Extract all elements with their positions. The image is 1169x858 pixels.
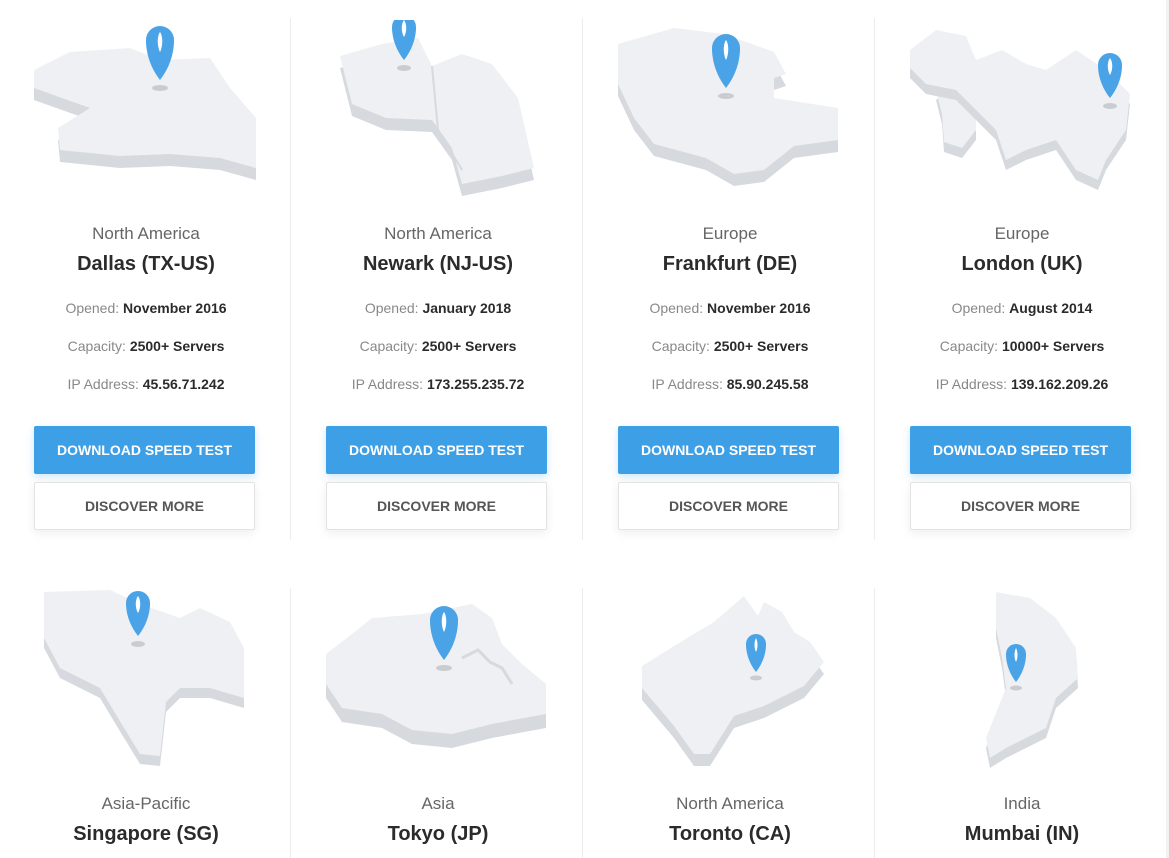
opened-value: August 2014 [1009, 300, 1093, 316]
opened-label: Opened: [65, 300, 120, 316]
region-label: North America [676, 794, 784, 813]
discover-more-button[interactable]: DISCOVER MORE [34, 482, 255, 530]
ip-value: 139.162.209.26 [1010, 376, 1109, 392]
region-label: Europe [702, 224, 758, 243]
opened-value: November 2016 [123, 300, 227, 316]
ip-label: IP Address: [651, 376, 723, 392]
map-mumbai-icon [986, 592, 1078, 768]
ip-label: IP Address: [935, 376, 1008, 392]
capacity-label: Capacity: [939, 338, 999, 354]
location-card-singapore: Asia-Pacific Singapore (SG) [0, 570, 292, 858]
capacity-row: Capacity: 10000+ Servers [876, 338, 1168, 354]
ip-value: 173.255.235.72 [426, 376, 525, 392]
opened-row: Opened: November 2016 [584, 300, 876, 316]
city-title: Tokyo (JP) [387, 823, 489, 845]
map-london-icon [910, 30, 1130, 190]
region-label: North America [92, 224, 200, 243]
opened-row: Opened: August 2014 [876, 300, 1168, 316]
capacity-row: Capacity: 2500+ Servers [0, 338, 292, 354]
location-card-toronto: North America Toronto (CA) [584, 570, 876, 858]
opened-value: January 2018 [422, 300, 512, 316]
region-label: Asia-Pacific [101, 794, 191, 813]
city-title: Dallas (TX-US) [77, 253, 215, 275]
ip-row: IP Address: 173.255.235.72 [292, 376, 584, 392]
opened-value: November 2016 [707, 300, 811, 316]
opened-label: Opened: [364, 300, 419, 316]
ip-label: IP Address: [351, 376, 424, 392]
ip-value: 85.90.245.58 [726, 376, 809, 392]
capacity-value: 10000+ Servers [1001, 338, 1105, 354]
city-title: Mumbai (IN) [964, 823, 1080, 845]
capacity-value: 2500+ Servers [713, 338, 809, 354]
capacity-row: Capacity: 2500+ Servers [292, 338, 584, 354]
card-divider [582, 588, 583, 858]
ip-value: 45.56.71.242 [142, 376, 225, 392]
opened-label: Opened: [649, 300, 704, 316]
discover-more-button[interactable]: DISCOVER MORE [910, 482, 1131, 530]
capacity-value: 2500+ Servers [129, 338, 225, 354]
map-newark-icon [340, 20, 534, 196]
ip-row: IP Address: 139.162.209.26 [876, 376, 1168, 392]
map-frankfurt-icon [618, 28, 838, 186]
card-divider [874, 588, 875, 858]
ip-label: IP Address: [67, 376, 139, 392]
download-speed-test-button[interactable]: DOWNLOAD SPEED TEST [910, 426, 1131, 474]
location-card-mumbai: India Mumbai (IN) [876, 570, 1168, 858]
card-divider [582, 18, 583, 540]
map-singapore-icon [44, 590, 244, 766]
map-dallas-icon [34, 26, 256, 180]
ip-row: IP Address: 45.56.71.242 [0, 376, 292, 392]
location-card-frankfurt: Europe Frankfurt (DE) Opened: November 2… [584, 0, 876, 540]
map-tokyo-icon [326, 604, 546, 748]
opened-label: Opened: [951, 300, 1006, 316]
city-title: Singapore (SG) [73, 823, 219, 845]
download-speed-test-button[interactable]: DOWNLOAD SPEED TEST [326, 426, 547, 474]
city-title: Newark (NJ-US) [362, 253, 514, 275]
capacity-label: Capacity: [359, 338, 418, 354]
discover-more-button[interactable]: DISCOVER MORE [618, 482, 839, 530]
card-divider [290, 18, 291, 540]
opened-row: Opened: November 2016 [0, 300, 292, 316]
region-label: India [1003, 794, 1041, 813]
location-card-newark: North America Newark (NJ-US) Opened: Jan… [292, 0, 584, 540]
ip-row: IP Address: 85.90.245.58 [584, 376, 876, 392]
capacity-label: Capacity: [67, 338, 126, 354]
download-speed-test-button[interactable]: DOWNLOAD SPEED TEST [618, 426, 839, 474]
city-title: Toronto (CA) [669, 823, 791, 845]
city-title: London (UK) [961, 253, 1083, 275]
location-card-london: Europe London (UK) Opened: August 2014 C… [876, 0, 1168, 540]
map-toronto-icon [642, 596, 824, 766]
city-title: Frankfurt (DE) [662, 253, 798, 275]
region-label: Asia [421, 794, 455, 813]
locations-grid: North America Dallas (TX-US) Opened: Nov… [0, 0, 1169, 858]
opened-row: Opened: January 2018 [292, 300, 584, 316]
card-divider [874, 18, 875, 540]
card-divider [290, 588, 291, 858]
download-speed-test-button[interactable]: DOWNLOAD SPEED TEST [34, 426, 255, 474]
capacity-value: 2500+ Servers [421, 338, 517, 354]
discover-more-button[interactable]: DISCOVER MORE [326, 482, 547, 530]
region-label: North America [384, 224, 492, 243]
location-card-tokyo: Asia Tokyo (JP) [292, 570, 584, 858]
region-label: Europe [994, 224, 1050, 243]
capacity-label: Capacity: [651, 338, 710, 354]
location-card-dallas: North America Dallas (TX-US) Opened: Nov… [0, 0, 292, 540]
capacity-row: Capacity: 2500+ Servers [584, 338, 876, 354]
